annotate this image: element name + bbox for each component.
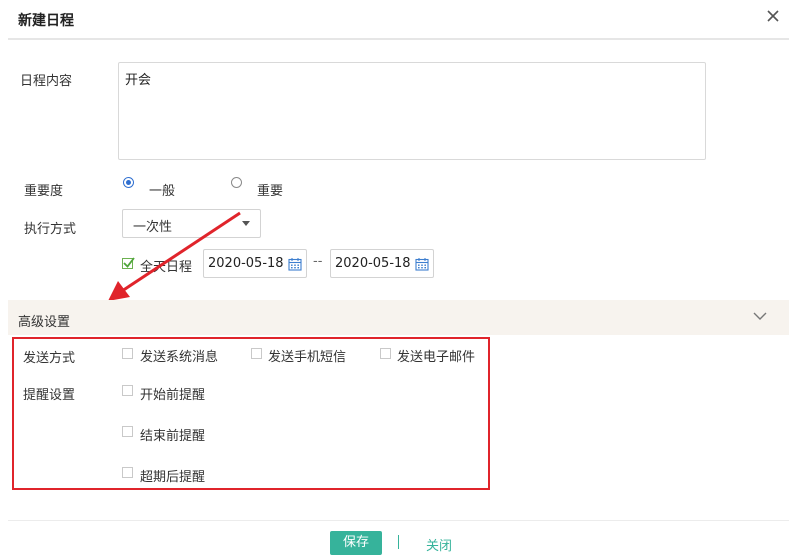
exec-label: 执行方式 [24,222,77,237]
content-textarea[interactable]: 开会 [118,62,706,160]
radio-important[interactable] [231,177,242,188]
advanced-title: 高级设置 [18,315,71,330]
annotation-arrow [108,211,241,301]
calendar-icon[interactable] [288,257,302,275]
advanced-section-header[interactable]: 高级设置 [8,300,789,335]
footer-separator [398,535,399,549]
save-button[interactable]: 保存 [330,531,382,555]
end-date-input[interactable]: 2020-05-18 [330,249,434,278]
calendar-icon[interactable] [415,257,429,275]
footer-divider [8,520,789,521]
importance-label: 重要度 [24,184,64,199]
radio-normal-label[interactable]: 一般 [149,180,175,199]
close-icon[interactable] [763,6,783,26]
title-divider [8,38,789,40]
chevron-down-icon[interactable] [752,310,768,326]
annotation-highlight-box [12,337,490,490]
dialog-title: 新建日程 [18,13,74,29]
radio-important-label[interactable]: 重要 [257,180,283,199]
close-button[interactable]: 关闭 [426,535,452,554]
content-label: 日程内容 [20,74,73,89]
end-date-value: 2020-05-18 [335,256,411,271]
date-separator: -- [313,254,323,269]
radio-normal[interactable] [123,177,134,188]
